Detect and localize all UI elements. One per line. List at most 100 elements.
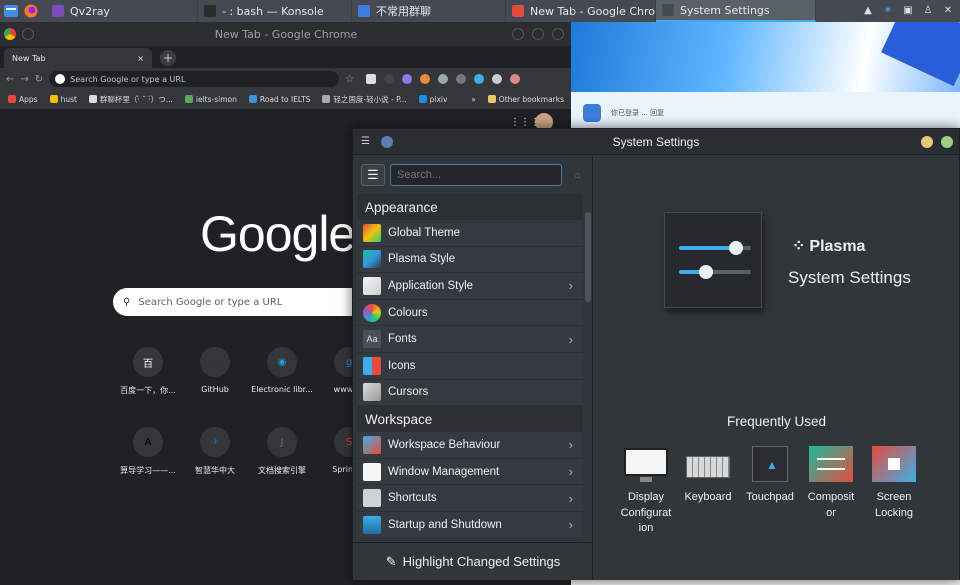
screen-locking-icon (872, 446, 916, 484)
bookmark-item[interactable]: pixiv (418, 95, 448, 104)
settings-main: ⁘ Plasma System Settings Frequently Used … (594, 156, 959, 580)
chat-row[interactable]: 你已登录 ... 回复 (583, 102, 943, 124)
sidebar-item-label: Startup and Shutdown (388, 518, 502, 531)
sidebar-item-label: Window Management (388, 465, 500, 478)
taskbar-app-icon (662, 4, 674, 16)
back-icon[interactable]: ← (6, 74, 14, 85)
bookmark-item[interactable]: Road to IELTS (248, 95, 310, 104)
plasma-logo-icon: ⁘ (792, 238, 806, 255)
maximize-button[interactable] (532, 28, 544, 40)
sidebar-item-label: Colours (388, 306, 428, 319)
tab-close-icon[interactable]: × (137, 54, 144, 63)
close-button[interactable] (552, 28, 564, 40)
sidebar-item-fonts[interactable]: Aa Fonts › (357, 326, 583, 353)
qq-icon[interactable]: ✶ (882, 5, 894, 17)
taskbar-item[interactable]: New Tab - Google Chrome (506, 0, 656, 22)
bookmark-item[interactable]: Other bookmarks (487, 95, 564, 104)
chevron-right-icon: › (568, 437, 573, 453)
firefox-icon[interactable] (22, 2, 40, 20)
minimize-button[interactable] (512, 28, 524, 40)
extension-icon[interactable] (402, 74, 413, 84)
frequent-display[interactable]: Display Configurat ion (616, 446, 676, 537)
extension-icon[interactable] (366, 74, 377, 84)
chrome-window-title: New Tab - Google Chrome (214, 27, 358, 41)
star-icon[interactable]: ☆ (345, 74, 354, 85)
highlight-changed-settings-button[interactable]: ✎ Highlight Changed Settings (353, 542, 593, 580)
bookmark-item[interactable]: Apps (8, 95, 38, 104)
bookmark-item[interactable]: 轻之国度-轻小说 - P... (322, 94, 407, 105)
bookmark-label: Other bookmarks (498, 95, 564, 104)
sidebar-item-plasma-style[interactable]: Plasma Style (357, 246, 583, 274)
tab-label: New Tab (12, 53, 46, 63)
frequent-touchpad[interactable]: ▲ Touchpad (740, 446, 800, 506)
global-theme-icon (363, 223, 381, 242)
extension-icon[interactable] (456, 74, 467, 84)
sidebar-item-label: Shortcuts (388, 492, 437, 505)
frequent-keyboard[interactable]: Keyboard (678, 446, 738, 506)
omnibox[interactable]: Search Google or type a URL (49, 71, 340, 87)
sidebar-item-label: Plasma Style (388, 253, 456, 266)
screenshot-icon[interactable]: ▣ (902, 5, 914, 17)
tab-new-tab[interactable]: New Tab × (4, 48, 152, 68)
google-g-icon (55, 74, 66, 84)
hamburger-menu-button[interactable]: ☰ (361, 164, 385, 186)
sidebar-item-cursors[interactable]: Cursors (357, 379, 583, 407)
sidebar-item-colours[interactable]: Colours (357, 299, 583, 327)
sidebar-item-application-style[interactable]: Application Style › (357, 273, 583, 300)
reload-icon[interactable]: ↻ (35, 74, 43, 85)
frequent-label: Display (627, 491, 665, 503)
bookmark-item[interactable]: ielts-simon (184, 95, 237, 104)
sidebar-item-shortcuts[interactable]: Shortcuts › (357, 485, 583, 512)
home-icon[interactable]: ⌂ (575, 170, 581, 181)
bookmark-label: » (471, 95, 476, 104)
sidebar-item-startup-and-shutdown[interactable]: Startup and Shutdown › (357, 511, 583, 539)
sidebar-item-label: Fonts (388, 333, 417, 346)
network-icon[interactable]: ▲ (862, 5, 874, 17)
taskbar-item[interactable]: System Settings (656, 0, 816, 22)
bookmark-label: pixiv (429, 95, 448, 104)
bookmark-icon (88, 95, 97, 103)
sidebar-scrollbar[interactable] (585, 198, 591, 538)
sidebar-item-global-theme[interactable]: Global Theme (357, 220, 583, 247)
puzzle-icon[interactable] (492, 74, 503, 84)
extension-icon[interactable] (438, 74, 449, 84)
sidebar-item-icons[interactable]: Icons (357, 352, 583, 380)
sidebar-item-workspace-behaviour[interactable]: Workspace Behaviour › (357, 432, 583, 459)
frequent-label: ion (638, 522, 654, 534)
keyboard-icon (686, 446, 730, 484)
frequent-compositor[interactable]: Composit or (801, 446, 861, 521)
close-icon[interactable]: ✕ (942, 5, 954, 17)
search-icon: ⚲ (123, 296, 131, 308)
new-tab-button[interactable]: + (160, 50, 176, 66)
user-icon[interactable]: ♙ (922, 5, 934, 17)
cursors-icon (363, 383, 381, 402)
frequent-label: Locking (875, 506, 913, 519)
bookmark-item[interactable]: » (471, 95, 476, 104)
taskbar-item[interactable]: Qv2ray (46, 0, 198, 22)
frequent-screen-locking[interactable]: Screen Locking (864, 446, 924, 521)
search-input[interactable] (390, 164, 562, 186)
toolbar: ← → ↻ Search Google or type a URL ☆ (0, 68, 572, 90)
search-placeholder: Search Google or type a URL (138, 296, 283, 308)
google-search-box[interactable]: ⚲ Search Google or type a URL (113, 288, 373, 316)
taskbar-item[interactable]: 不常用群聊 (352, 0, 506, 22)
extension-icon[interactable] (420, 74, 431, 84)
startup-shutdown-icon (363, 515, 381, 534)
maximize-button[interactable] (941, 136, 953, 148)
taskbar-item[interactable]: - : bash — Konsole (198, 0, 352, 22)
settings-sidebar: ☰ ⌂ AppearanceGlobal ThemePlasma StyleAp… (353, 156, 593, 580)
sidebar-item-window-management[interactable]: Window Management › (357, 458, 583, 486)
taskbar-app-icon (204, 5, 216, 17)
settings-window-title: System Settings (612, 134, 700, 149)
app-launcher-icon[interactable] (2, 2, 20, 20)
bookmark-item[interactable]: 群聊杯里（·̀ ˘ ·́）つ... (88, 94, 173, 105)
bookmark-label: 群聊杯里（·̀ ˘ ·́）つ... (99, 95, 173, 104)
bookmark-item[interactable]: hust (49, 95, 77, 104)
avatar[interactable] (510, 74, 521, 84)
scrollbar-thumb[interactable] (585, 212, 591, 302)
forward-icon[interactable]: → (20, 74, 28, 85)
extension-icon[interactable] (474, 74, 485, 84)
minimize-button[interactable] (921, 136, 933, 148)
extension-icon[interactable] (384, 74, 395, 84)
fonts-icon: Aa (363, 330, 381, 349)
